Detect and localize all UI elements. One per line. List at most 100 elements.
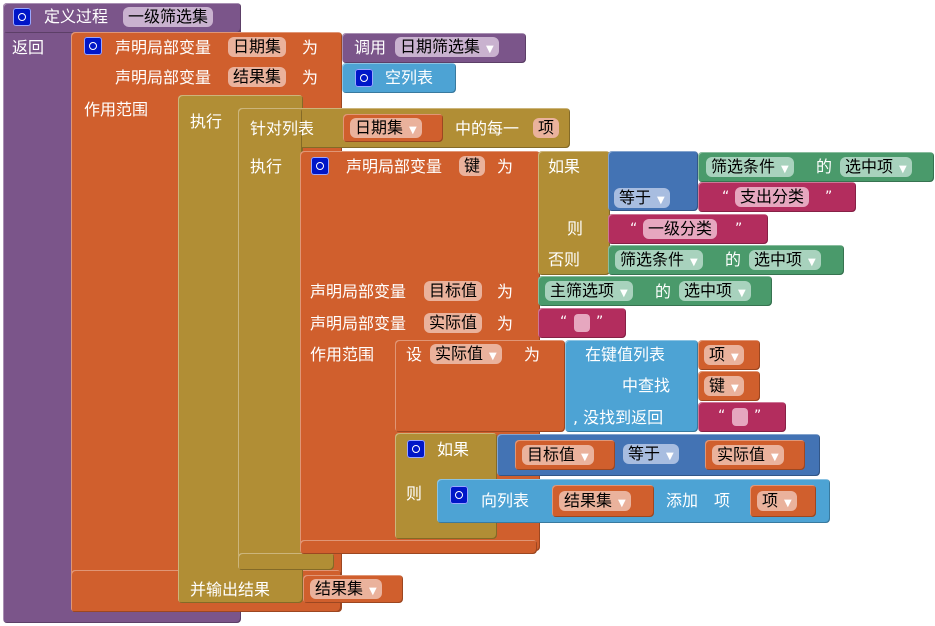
if-label: 如果 (437, 440, 470, 459)
set-var-dropdown[interactable]: 实际值 ▼ (430, 344, 502, 364)
quote-open-icon: “ (722, 189, 730, 205)
quote-close-icon: ” (754, 408, 762, 424)
procedure-dropdown[interactable]: 日期筛选集 ▼ (395, 37, 499, 57)
right-var-dropdown[interactable]: 实际值 ▼ (712, 445, 784, 465)
quote-open-icon: “ (560, 314, 568, 330)
empty-text-field[interactable] (574, 314, 590, 332)
of-label: 的 (816, 157, 833, 176)
target-name-field[interactable]: 目标值 (424, 281, 483, 301)
as-label: 为 (497, 157, 514, 176)
property-dropdown[interactable]: 选中项 ▼ (749, 250, 821, 270)
declare-label: 声明局部变量 (310, 314, 407, 333)
list-var-value: 结果集 (564, 491, 613, 510)
text-field[interactable]: 一级分类 (643, 219, 718, 239)
procedure-dropdown-value: 日期筛选集 (400, 37, 481, 56)
compare-op-dropdown[interactable]: 等于 ▼ (614, 188, 670, 208)
quote-close-icon: ” (825, 189, 833, 205)
left-var-dropdown[interactable]: 目标值 ▼ (522, 445, 594, 465)
foreach-prefix: 针对列表 (250, 119, 315, 138)
then-label: 则 (567, 219, 584, 238)
lookup-list-dropdown[interactable]: 项 ▼ (704, 345, 744, 365)
scope-label: 作用范围 (84, 100, 149, 119)
chevron-down-icon: ▼ (690, 257, 698, 268)
foreach-footer (238, 553, 334, 570)
as-label: 为 (497, 314, 514, 333)
gear-icon[interactable] (407, 440, 425, 458)
chevron-down-icon: ▼ (771, 452, 779, 463)
result-label: 并输出结果 (190, 580, 271, 599)
quote-open-icon: “ (718, 408, 726, 424)
chevron-down-icon: ▼ (618, 498, 626, 509)
as-label: 为 (302, 68, 319, 87)
chevron-down-icon: ▼ (666, 451, 674, 462)
add-to-list-label: 向列表 (481, 491, 530, 510)
of-label: 的 (725, 250, 742, 269)
list-var-dropdown[interactable]: 结果集 ▼ (559, 491, 631, 511)
text-field[interactable]: 支出分类 (735, 187, 810, 207)
scope-label: 作用范围 (310, 345, 375, 364)
to-label: 为 (524, 345, 541, 364)
find-key-value: 键 (709, 376, 726, 395)
chevron-down-icon: ▼ (489, 351, 497, 362)
chevron-down-icon: ▼ (369, 586, 377, 597)
lookup-list-value: 项 (709, 345, 726, 364)
item-name-field[interactable]: 项 (533, 118, 560, 138)
right-var-value: 实际值 (717, 445, 766, 464)
component-value: 筛选条件 (711, 157, 776, 176)
set-var-value: 实际值 (435, 344, 484, 363)
gear-icon[interactable] (84, 37, 102, 55)
as-label: 为 (302, 38, 319, 57)
gear-icon[interactable] (311, 157, 329, 175)
else-label: 否则 (548, 250, 581, 269)
foreach-body (238, 108, 302, 570)
quote-close-icon: ” (596, 314, 604, 330)
chevron-down-icon: ▼ (808, 257, 816, 268)
chevron-down-icon: ▼ (581, 452, 589, 463)
of-label: 的 (655, 282, 672, 301)
property-value: 选中项 (845, 157, 894, 176)
declare-label: 声明局部变量 (115, 38, 212, 57)
item-var-dropdown[interactable]: 项 ▼ (757, 491, 797, 511)
compare-op-value: 等于 (628, 444, 661, 463)
property-dropdown[interactable]: 选中项 ▼ (679, 281, 751, 301)
lookup-label: 在键值列表 (585, 345, 666, 364)
declare-label: 声明局部变量 (115, 68, 212, 87)
key-name-field[interactable]: 键 (459, 156, 486, 176)
actual-name-field[interactable]: 实际值 (424, 313, 483, 333)
component-dropdown[interactable]: 筛选条件 ▼ (615, 250, 703, 270)
property-dropdown[interactable]: 选中项 ▼ (840, 157, 912, 177)
property-value: 选中项 (684, 281, 733, 300)
set-label: 设 (406, 345, 423, 364)
left-var-value: 目标值 (527, 445, 576, 464)
component-value: 主筛选项 (550, 281, 615, 300)
chevron-down-icon: ▼ (657, 195, 665, 206)
declare-label: 声明局部变量 (346, 157, 443, 176)
component-dropdown[interactable]: 筛选条件 ▼ (706, 157, 794, 177)
foreach-do-label: 执行 (250, 157, 283, 176)
gear-icon[interactable] (13, 8, 31, 26)
quote-open-icon: “ (630, 221, 638, 237)
compare-op-dropdown[interactable]: 等于 ▼ (623, 444, 679, 464)
var-name-field[interactable]: 结果集 (228, 67, 287, 87)
declare-label: 声明局部变量 (310, 282, 407, 301)
empty-list-label: 空列表 (385, 68, 434, 87)
chevron-down-icon: ▼ (731, 383, 739, 394)
if-label: 如果 (548, 157, 581, 176)
gear-icon[interactable] (355, 69, 373, 87)
chevron-down-icon: ▼ (738, 288, 746, 299)
inner-local-footer (300, 540, 537, 554)
var-name-field[interactable]: 日期集 (228, 37, 287, 57)
call-label: 调用 (354, 38, 387, 57)
empty-text-field[interactable] (732, 408, 748, 426)
chevron-down-icon: ▼ (899, 164, 907, 175)
component-dropdown[interactable]: 主筛选项 ▼ (545, 281, 633, 301)
do-label: 执行 (190, 112, 223, 131)
find-key-dropdown[interactable]: 键 ▼ (704, 376, 744, 396)
result-var-value: 结果集 (315, 579, 364, 598)
foreach-middle: 中的每一 (455, 119, 520, 138)
gear-icon[interactable] (450, 486, 468, 504)
result-var-dropdown[interactable]: 结果集 ▼ (310, 579, 382, 599)
list-var-dropdown[interactable]: 日期集 ▼ (350, 118, 422, 138)
procedure-name-field[interactable]: 一级筛选集 (123, 7, 214, 27)
property-value: 选中项 (754, 250, 803, 269)
